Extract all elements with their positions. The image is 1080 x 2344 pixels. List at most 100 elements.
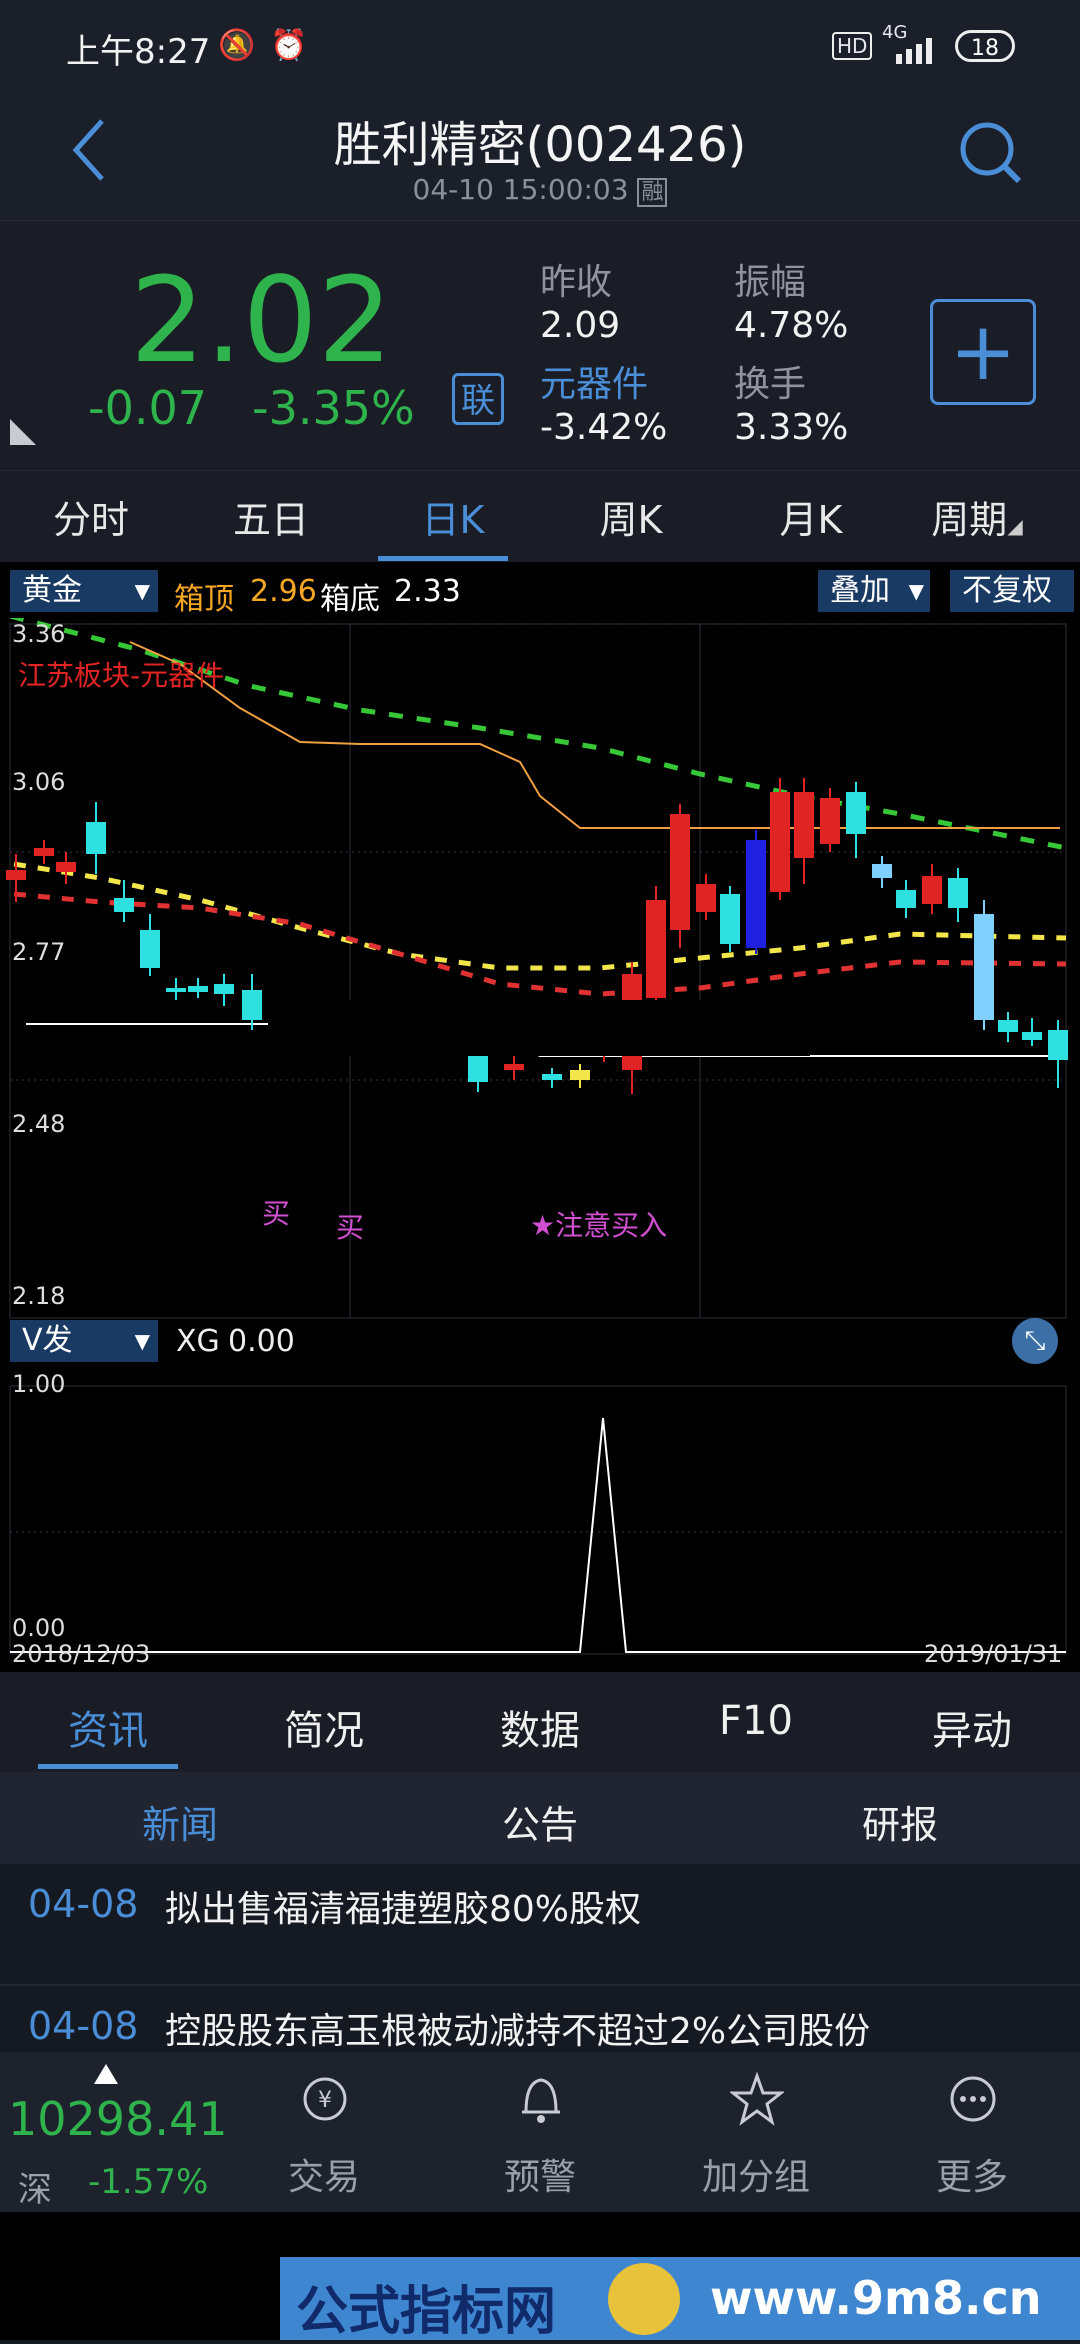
sub-indicator-label: V发: [22, 1323, 73, 1358]
candle-body: [770, 792, 790, 892]
last-price: 2.02: [130, 251, 393, 389]
indicator-select[interactable]: 黄金 ▼: [10, 570, 158, 612]
logo-icon: [608, 2263, 680, 2335]
price-change-pct: -3.35%: [252, 381, 415, 435]
tab-data[interactable]: 数据: [460, 1698, 620, 1756]
bottom-nav: 10298.41 深 -1.57% ¥ 交易 预警 加分组 更多: [0, 2052, 1080, 2212]
tab-news-info[interactable]: 资讯: [28, 1698, 188, 1756]
sub-pane-frame: [9, 1385, 1067, 1655]
watermark-brand: 公式指标网: [296, 2282, 557, 2342]
dropdown-icon: ▼: [908, 579, 924, 603]
add-watchlist-button[interactable]: +: [930, 299, 1036, 405]
candle-body: [570, 1070, 590, 1080]
bell-icon: [522, 2078, 560, 2123]
battery-icon: 18: [955, 30, 1015, 62]
tab-five-day[interactable]: 五日: [196, 489, 346, 544]
watch-buy-signal: ★注意买入: [530, 1204, 667, 1244]
adjust-button[interactable]: 不复权: [950, 570, 1074, 612]
buy-signal-2: 买: [336, 1211, 365, 1244]
tab-anomaly[interactable]: 异动: [892, 1698, 1052, 1756]
candle-body: [1022, 1032, 1042, 1040]
star-icon: ★: [530, 1209, 556, 1242]
watch-buy-label: 注意买入: [555, 1209, 668, 1242]
prev-close-label: 昨收: [540, 262, 613, 303]
overlay-select[interactable]: 叠加 ▼: [818, 570, 930, 612]
index-pct: -1.57%: [88, 2162, 209, 2202]
watermark-footer: 公式指标网 www.9m8.cn: [0, 2212, 1080, 2342]
subtab-news[interactable]: 新闻: [80, 1794, 280, 1849]
tab-f10[interactable]: F10: [676, 1698, 836, 1744]
dropdown-icon: ▼: [134, 1329, 150, 1353]
candle-body: [34, 848, 54, 856]
news-date: 04-08: [28, 1882, 139, 1926]
svg-text:¥: ¥: [318, 2088, 332, 2113]
turnover-label: 换手: [734, 364, 807, 405]
hd-icon: HD: [832, 32, 873, 60]
tab-weekly-k[interactable]: 周K: [556, 489, 706, 544]
nav-group[interactable]: 加分组: [696, 2052, 816, 2212]
page-title: 胜利精密(002426): [333, 117, 747, 173]
subtab-announcement[interactable]: 公告: [440, 1794, 640, 1849]
tab-daily-k[interactable]: 日K: [378, 489, 528, 544]
ytick-3: 2.77: [12, 938, 66, 966]
candle-body: [646, 900, 666, 998]
nav-alert-label: 预警: [503, 2157, 576, 2198]
triangle-icon: ◢: [1007, 514, 1023, 538]
candle-body: [746, 840, 766, 948]
rong-badge: 融: [637, 178, 668, 207]
candle-body: [974, 914, 994, 1020]
box-top-label: 箱顶: [174, 582, 234, 617]
kline-chart[interactable]: 黄金 ▼ 箱顶 2.96 箱底 2.33 叠加 ▼ 不复权 3.36 3.06 2.…: [0, 562, 1080, 1672]
overlay-label: 叠加: [830, 573, 890, 608]
nav-more[interactable]: 更多: [912, 2052, 1032, 2212]
news-subtabs: 新闻 公告 研报: [0, 1772, 1080, 1864]
index-value[interactable]: 10298.41: [8, 2092, 228, 2146]
candle-body: [504, 1064, 524, 1070]
prev-close: 2.09: [540, 305, 621, 346]
quote-panel: 2.02 -0.07 -3.35% 联 昨收 2.09 元器件 -3.42% 振…: [0, 220, 1080, 471]
watermark-url: www.9m8.cn: [710, 2271, 1042, 2325]
active-tab-indicator: [378, 556, 508, 561]
candle-body: [86, 822, 106, 854]
ytick-4: 2.48: [12, 1110, 66, 1138]
candle-body: [542, 1074, 562, 1080]
index-label: 深: [18, 2170, 52, 2210]
box-top-value: 2.96: [250, 574, 317, 609]
news-date: 04-08: [28, 2004, 139, 2048]
lian-button[interactable]: 联: [452, 373, 504, 425]
box-bottom-label: 箱底: [320, 582, 380, 617]
tab-period[interactable]: 周期◢: [902, 489, 1052, 544]
sector-pct: -3.42%: [540, 407, 668, 448]
nav-trade[interactable]: ¥ 交易: [264, 2052, 384, 2212]
candle-body: [188, 986, 208, 992]
search-icon[interactable]: [955, 117, 1025, 187]
turnover: 3.33%: [734, 407, 849, 448]
mute-icon: 🔕: [218, 28, 256, 63]
candle-body: [872, 864, 892, 878]
status-bar: 上午8:27 🔕 ⏰ HD 4G 18: [0, 0, 1080, 95]
chart-canvas: [6, 618, 1068, 1655]
tab-period-label: 周期: [931, 498, 1008, 542]
candle-body: [56, 862, 76, 872]
orange-box-line: [129, 641, 1060, 829]
expand-icon[interactable]: ⤡: [1012, 1318, 1058, 1364]
tab-profile[interactable]: 简况: [244, 1698, 404, 1756]
dropdown-icon: ▼: [134, 579, 150, 603]
buy-signal-1: 买: [262, 1197, 291, 1230]
sub-ytick-1: 1.00: [12, 1370, 66, 1398]
ytick-2: 3.06: [12, 768, 66, 796]
candle-body: [846, 792, 866, 834]
sector-note: 江苏板块-元器件: [18, 659, 225, 692]
nav-alert[interactable]: 预警: [480, 2052, 600, 2212]
tab-monthly-k[interactable]: 月K: [736, 489, 886, 544]
price-change: -0.07: [88, 381, 208, 435]
sub-ytick-2: 0.00: [12, 1614, 66, 1642]
list-item[interactable]: 04-08 拟出售福清福捷塑胶80%股权: [0, 1864, 1080, 1986]
xg-value: 0.00: [228, 1324, 295, 1359]
signal-icon: [896, 38, 932, 64]
red-ma-line: [13, 891, 1067, 997]
subtab-research[interactable]: 研报: [800, 1794, 1000, 1849]
sector-label[interactable]: 元器件: [540, 355, 648, 407]
tab-intraday[interactable]: 分时: [16, 489, 166, 544]
sub-indicator-select[interactable]: V发 ▼: [10, 1320, 158, 1362]
